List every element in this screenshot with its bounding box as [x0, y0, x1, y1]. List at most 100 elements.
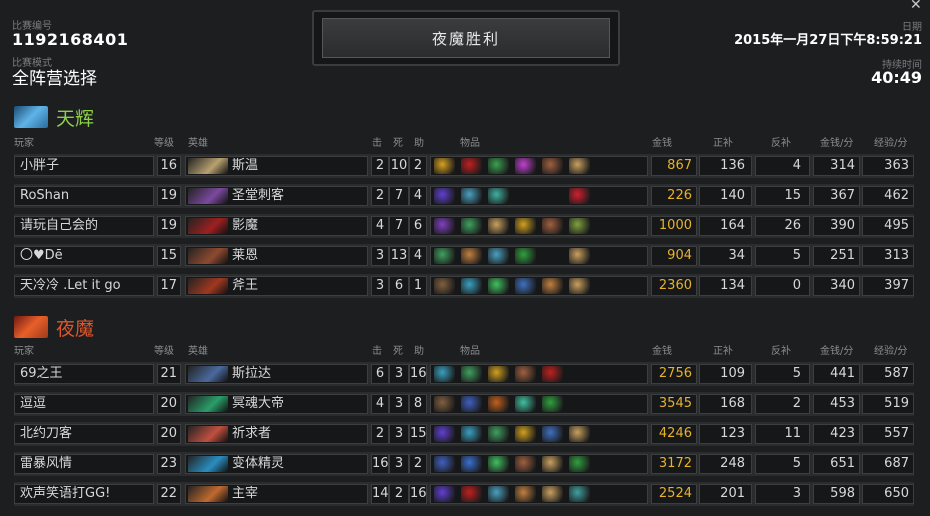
item-icon[interactable] [461, 456, 482, 472]
player-name[interactable]: 天冷冷 .Let it go [14, 276, 154, 296]
item-icon[interactable] [542, 218, 563, 234]
item-icon[interactable] [515, 486, 536, 502]
assists: 2 [409, 156, 427, 176]
item-icon[interactable] [461, 366, 482, 382]
player-row[interactable]: 69之王 21 斯拉达 6 3 16 2756 109 5 441 587 [14, 362, 914, 386]
item-icon[interactable] [542, 158, 563, 174]
item-icon[interactable] [488, 188, 509, 204]
item-icon[interactable] [488, 158, 509, 174]
player-row[interactable]: 〇♥Dē 15 莱恩 3 13 4 904 34 5 251 313 [14, 244, 914, 268]
item-icon[interactable] [461, 396, 482, 412]
hero-cell[interactable]: 冥魂大帝 [185, 394, 368, 414]
item-icon[interactable] [434, 188, 455, 204]
item-icon[interactable] [569, 456, 590, 472]
hero-cell[interactable]: 影魔 [185, 216, 368, 236]
item-icon[interactable] [461, 426, 482, 442]
item-icon[interactable] [488, 248, 509, 264]
player-name[interactable]: 小胖子 [14, 156, 154, 176]
player-name[interactable]: 69之王 [14, 364, 154, 384]
xp-per-min: 397 [862, 276, 914, 296]
item-icon[interactable] [434, 456, 455, 472]
item-icon[interactable] [488, 278, 509, 294]
match-id: 1192168401 [12, 30, 129, 49]
item-icon[interactable] [542, 278, 563, 294]
item-icon[interactable] [515, 366, 536, 382]
item-icon[interactable] [515, 188, 536, 204]
player-name[interactable]: 北约刀客 [14, 424, 154, 444]
item-icon[interactable] [515, 396, 536, 412]
item-icon[interactable] [434, 248, 455, 264]
item-icon[interactable] [515, 456, 536, 472]
item-icon[interactable] [461, 188, 482, 204]
item-icon[interactable] [542, 456, 563, 472]
item-icon[interactable] [569, 188, 590, 204]
player-row[interactable]: 天冷冷 .Let it go 17 斧王 3 6 1 2360 134 0 340 397 [14, 274, 914, 298]
item-icon[interactable] [488, 426, 509, 442]
player-name[interactable]: 〇♥Dē [14, 246, 154, 266]
player-row[interactable]: 逗逗 20 冥魂大帝 4 3 8 3545 168 2 453 519 [14, 392, 914, 416]
player-row[interactable]: 欢声笑语打GG! 22 主宰 14 2 16 2524 201 3 598 650 [14, 482, 914, 506]
item-icon[interactable] [569, 218, 590, 234]
gold: 3172 [651, 454, 697, 474]
gold-per-min: 390 [813, 216, 860, 236]
denies: 15 [755, 186, 810, 206]
hero-cell[interactable]: 圣堂刺客 [185, 186, 368, 206]
item-icon[interactable] [488, 366, 509, 382]
item-icon[interactable] [542, 248, 563, 264]
item-icon[interactable] [434, 218, 455, 234]
item-icon[interactable] [488, 486, 509, 502]
item-icon[interactable] [542, 426, 563, 442]
hero-cell[interactable]: 斯温 [185, 156, 368, 176]
item-icon[interactable] [515, 426, 536, 442]
item-icon[interactable] [515, 278, 536, 294]
player-row[interactable]: 小胖子 16 斯温 2 10 2 867 136 4 314 363 [14, 154, 914, 178]
item-icon[interactable] [488, 218, 509, 234]
item-icon[interactable] [569, 426, 590, 442]
player-row[interactable]: 北约刀客 20 祈求者 2 3 15 4246 123 11 423 557 [14, 422, 914, 446]
item-icon[interactable] [461, 218, 482, 234]
player-name[interactable]: 雷暴风情 [14, 454, 154, 474]
item-icon[interactable] [569, 158, 590, 174]
item-icon[interactable] [461, 486, 482, 502]
player-row[interactable]: 雷暴风情 23 变体精灵 16 3 2 3172 248 5 651 687 [14, 452, 914, 476]
hero-cell[interactable]: 斯拉达 [185, 364, 368, 384]
item-slots [430, 156, 648, 176]
item-icon[interactable] [542, 486, 563, 502]
item-icon[interactable] [434, 396, 455, 412]
hero-cell[interactable]: 莱恩 [185, 246, 368, 266]
item-icon[interactable] [515, 248, 536, 264]
player-name[interactable]: 逗逗 [14, 394, 154, 414]
item-icon[interactable] [569, 366, 590, 382]
item-icon[interactable] [434, 158, 455, 174]
item-icon[interactable] [461, 158, 482, 174]
item-icon[interactable] [542, 188, 563, 204]
hero-name: 圣堂刺客 [232, 188, 285, 203]
item-icon[interactable] [542, 366, 563, 382]
hero-cell[interactable]: 变体精灵 [185, 454, 368, 474]
hero-cell[interactable]: 祈求者 [185, 424, 368, 444]
item-icon[interactable] [488, 456, 509, 472]
item-icon[interactable] [434, 278, 455, 294]
item-icon[interactable] [461, 278, 482, 294]
item-icon[interactable] [542, 396, 563, 412]
item-icon[interactable] [515, 218, 536, 234]
player-row[interactable]: RoShan 19 圣堂刺客 2 7 4 226 140 15 367 462 [14, 184, 914, 208]
close-icon[interactable]: ✕ [910, 0, 922, 13]
item-icon[interactable] [569, 486, 590, 502]
item-icon[interactable] [434, 486, 455, 502]
item-icon[interactable] [461, 248, 482, 264]
item-icon[interactable] [488, 396, 509, 412]
item-icon[interactable] [434, 366, 455, 382]
hero-cell[interactable]: 斧王 [185, 276, 368, 296]
item-icon[interactable] [515, 158, 536, 174]
player-name[interactable]: RoShan [14, 186, 154, 206]
player-name[interactable]: 欢声笑语打GG! [14, 484, 154, 504]
player-name[interactable]: 请玩自己会的 [14, 216, 154, 236]
item-icon[interactable] [569, 248, 590, 264]
hero-cell[interactable]: 主宰 [185, 484, 368, 504]
item-icon[interactable] [569, 396, 590, 412]
item-icon[interactable] [434, 426, 455, 442]
denies: 26 [755, 216, 810, 236]
player-row[interactable]: 请玩自己会的 19 影魔 4 7 6 1000 164 26 390 495 [14, 214, 914, 238]
item-icon[interactable] [569, 278, 590, 294]
